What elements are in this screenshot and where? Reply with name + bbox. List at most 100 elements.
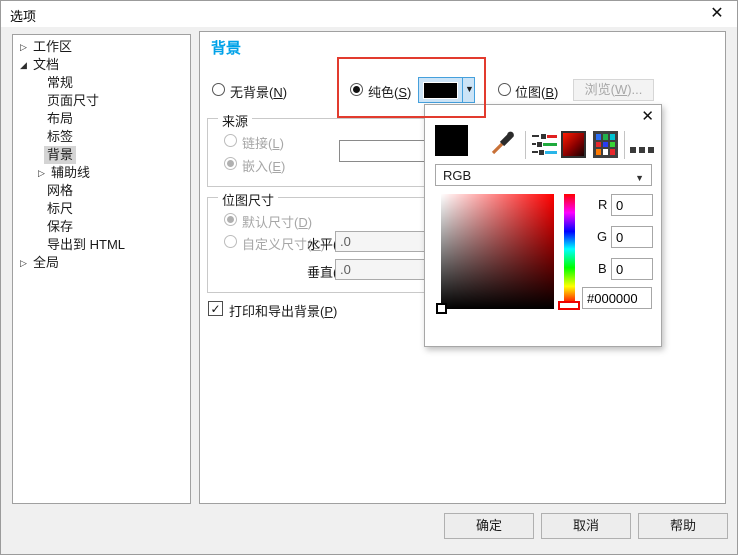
custom-size-radio [224, 235, 237, 248]
access-key: L [272, 136, 280, 151]
link-radio [224, 134, 237, 147]
current-color-swatch [423, 82, 458, 99]
label-text: 垂直( [307, 265, 338, 280]
sv-selection-marker[interactable] [436, 303, 447, 314]
b-label: B [598, 261, 607, 276]
label-text: ) [279, 136, 284, 151]
sidebar-item-label[interactable]: 辅助线 [51, 164, 90, 182]
popup-close-icon[interactable]: ✕ [641, 107, 654, 125]
access-key: P [324, 304, 334, 319]
help-button[interactable]: 帮助 [638, 513, 728, 539]
bitmap-radio[interactable] [498, 83, 511, 96]
sidebar-item-label-setting[interactable]: 标签 [13, 128, 183, 146]
ok-button[interactable]: 确定 [444, 513, 534, 539]
sidebar-item-layout[interactable]: 布局 [13, 110, 183, 128]
label-text: 嵌入( [242, 159, 273, 174]
sidebar-item-label[interactable]: 保存 [47, 218, 73, 236]
access-key: B [545, 85, 555, 100]
sidebar-item-label[interactable]: 页面尺寸 [47, 92, 99, 110]
embed-radio [224, 157, 237, 170]
sidebar-item-save[interactable]: 保存 [13, 218, 183, 236]
color-picker-dropdown-button[interactable]: ▼ [418, 77, 475, 103]
label-text: 链接( [242, 136, 273, 151]
sidebar-item-label[interactable]: 标签 [47, 128, 73, 146]
label-text: ) [333, 304, 338, 319]
more-options-icon[interactable] [630, 141, 657, 156]
divider [525, 131, 526, 159]
b-value-field[interactable] [611, 258, 653, 280]
eyedropper-icon[interactable] [489, 127, 517, 155]
sidebar-item-label[interactable]: 标尺 [47, 200, 73, 218]
settings-tree: ▷ 工作区 ◢ 文档 常规 页面尺寸 布局 标签 背景 ▷ 辅助线 网格 标尺 … [12, 34, 191, 504]
color-palettes-icon[interactable] [593, 131, 618, 158]
sidebar-item-guidelines[interactable]: ▷ 辅助线 [13, 164, 183, 182]
sidebar-item-label[interactable]: 导出到 HTML [47, 236, 125, 254]
title-bar: 选项 ✕ [1, 1, 737, 27]
g-label: G [597, 229, 608, 244]
selected-color-swatch [435, 125, 468, 156]
source-group-title: 来源 [218, 111, 253, 130]
label-text: 打印和导出背景( [229, 304, 325, 319]
tree-collapse-icon[interactable]: ▷ [20, 38, 27, 56]
page-title: 背景 [211, 40, 242, 57]
dialog-close-icon[interactable]: ✕ [705, 3, 729, 25]
r-label: R [598, 197, 608, 212]
sidebar-item-rulers[interactable]: 标尺 [13, 200, 183, 218]
print-export-checkbox[interactable]: ✓ [208, 301, 223, 316]
sidebar-item-export-html[interactable]: 导出到 HTML [13, 236, 183, 254]
sidebar-item-document[interactable]: ◢ 文档 [13, 56, 183, 74]
tree-expand-icon[interactable]: ◢ [20, 56, 27, 74]
color-model-value: RGB [443, 168, 472, 183]
hex-value-field[interactable] [582, 287, 652, 309]
sidebar-item-label[interactable]: 工作区 [33, 38, 72, 56]
hue-slider[interactable] [564, 194, 575, 304]
tree-collapse-icon[interactable]: ▷ [20, 254, 27, 272]
link-label: 链接(L) [242, 133, 284, 152]
label-text: )... [627, 82, 643, 97]
sidebar-item-grid[interactable]: 网格 [13, 182, 183, 200]
no-background-radio[interactable] [212, 83, 225, 96]
access-key: N [273, 85, 283, 100]
bitmap-label: 位图(B) [515, 82, 558, 101]
label-text: 浏览( [584, 82, 615, 97]
options-dialog: 选项 ✕ ▷ 工作区 ◢ 文档 常规 页面尺寸 布局 标签 背景 ▷ 辅助线 网… [0, 0, 738, 555]
print-export-label: 打印和导出背景(P) [229, 301, 337, 320]
chevron-down-icon[interactable]: ▼ [465, 84, 474, 94]
solid-color-label: 纯色(S) [368, 82, 411, 101]
divider [624, 131, 625, 159]
r-value-field[interactable] [611, 194, 653, 216]
chevron-down-icon: ▼ [635, 173, 644, 183]
sidebar-item-label[interactable]: 布局 [47, 110, 73, 128]
embed-label: 嵌入(E) [242, 156, 285, 175]
browse-button: 浏览(W)... [573, 79, 654, 101]
cancel-button[interactable]: 取消 [541, 513, 631, 539]
sidebar-item-label[interactable]: 全局 [33, 254, 59, 272]
label-text: ) [281, 159, 286, 174]
color-viewers-icon[interactable] [561, 131, 586, 158]
access-key: D [298, 215, 308, 230]
tree-collapse-icon[interactable]: ▷ [38, 164, 45, 182]
color-sliders-icon[interactable] [532, 134, 557, 158]
access-key: E [272, 159, 282, 174]
sidebar-item-label[interactable]: 文档 [33, 56, 59, 74]
g-value-field[interactable] [611, 226, 653, 248]
sidebar-item-label[interactable]: 网格 [47, 182, 73, 200]
sidebar-item-background[interactable]: 背景 [13, 146, 183, 164]
sidebar-item-workspace[interactable]: ▷ 工作区 [13, 38, 183, 56]
divider [462, 78, 463, 102]
label-text: 水平( [307, 237, 338, 252]
bitmap-size-group-title: 位图尺寸 [218, 190, 279, 209]
sidebar-item-page-size[interactable]: 页面尺寸 [13, 92, 183, 110]
label-text: ) [407, 85, 412, 100]
sidebar-item-label[interactable]: 背景 [44, 146, 77, 164]
sidebar-item-label[interactable]: 常规 [47, 74, 73, 92]
hue-slider-handle[interactable] [558, 301, 580, 310]
color-model-select[interactable]: RGB ▼ [435, 164, 652, 186]
saturation-value-area[interactable] [441, 194, 554, 309]
solid-color-radio[interactable] [350, 83, 363, 96]
sidebar-item-general[interactable]: 常规 [13, 74, 183, 92]
no-background-label: 无背景(N) [230, 82, 287, 101]
dialog-title: 选项 [10, 9, 37, 24]
sidebar-item-global[interactable]: ▷ 全局 [13, 254, 183, 272]
label-text: 自定义尺寸( [242, 237, 312, 252]
